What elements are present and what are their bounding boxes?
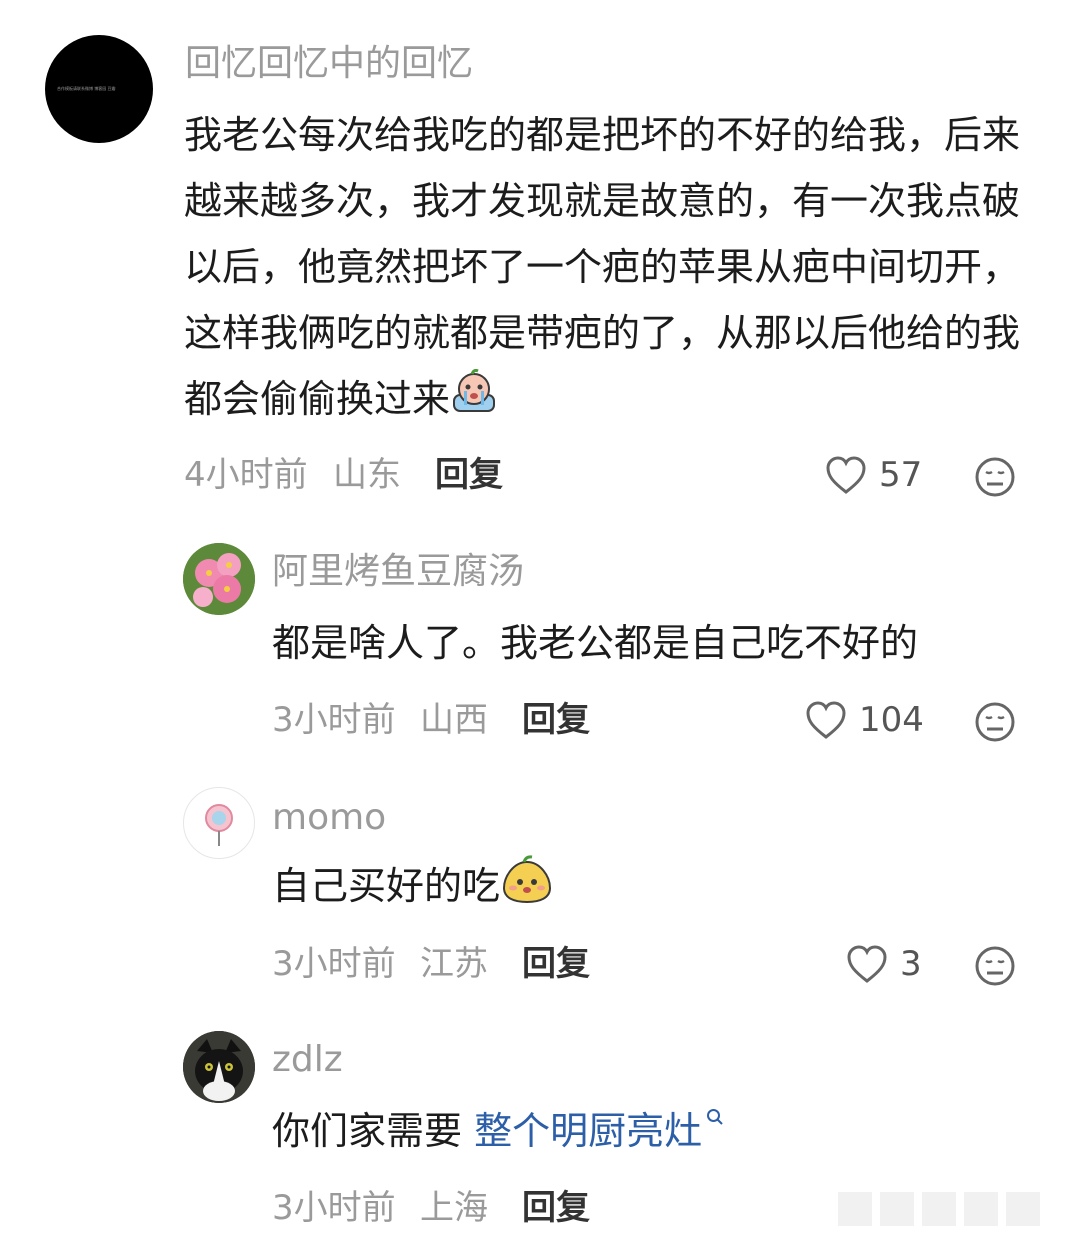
like-count: 104 — [859, 700, 924, 740]
location: 山西 — [420, 700, 488, 740]
comment-text: 你们家需要 整个明厨亮灶 — [272, 1098, 724, 1164]
timestamp: 3小时前 — [272, 700, 396, 740]
search-icon[interactable] — [706, 1108, 724, 1126]
yellow-blob-sticker-icon — [500, 854, 554, 924]
comment-text: 自己买好的吃 — [272, 853, 554, 924]
like-count: 57 — [879, 455, 923, 495]
comment-text-content: 你们家需要 — [272, 1109, 475, 1153]
heart-outline-icon[interactable] — [846, 945, 888, 985]
comment-text: 都是啥人了。我老公都是自己吃不好的 — [272, 621, 919, 665]
avatar[interactable]: 合作模板请联系微博 博客园 豆瓣 — [45, 35, 153, 143]
avatar-text: 合作模板请联系微博 博客园 豆瓣 — [57, 86, 116, 91]
comment-text-content: 我老公每次给我吃的都是把坏的不好的给我，后来越来越多次，我才发现就是故意的，有一… — [184, 113, 1021, 421]
avatar[interactable] — [183, 543, 255, 615]
crying-sticker-icon — [450, 368, 498, 435]
timestamp: 3小时前 — [272, 944, 396, 984]
neutral-face-icon[interactable] — [974, 945, 1016, 987]
corner-decoration — [838, 1186, 1048, 1234]
reply-button[interactable]: 回复 — [522, 942, 590, 986]
username[interactable]: momo — [272, 796, 386, 840]
neutral-face-icon[interactable] — [974, 456, 1016, 498]
username[interactable]: 回忆回忆中的回忆 — [185, 42, 473, 86]
location: 上海 — [420, 1188, 488, 1228]
timestamp: 3小时前 — [272, 1188, 396, 1228]
reply-button[interactable]: 回复 — [522, 698, 590, 742]
avatar[interactable] — [183, 1031, 255, 1103]
heart-outline-icon[interactable] — [825, 456, 867, 496]
reply-button[interactable]: 回复 — [435, 453, 503, 497]
like-count: 3 — [900, 944, 922, 984]
comment-text-content: 自己买好的吃 — [272, 864, 501, 908]
username[interactable]: 阿里烤鱼豆腐汤 — [272, 550, 524, 594]
search-link[interactable]: 整个明厨亮灶 — [474, 1109, 702, 1153]
username[interactable]: zdlz — [272, 1038, 343, 1082]
heart-outline-icon[interactable] — [805, 701, 847, 741]
timestamp: 4小时前 — [184, 455, 308, 495]
neutral-face-icon[interactable] — [974, 701, 1016, 743]
avatar[interactable] — [183, 787, 255, 859]
location: 江苏 — [420, 944, 488, 984]
reply-button[interactable]: 回复 — [522, 1186, 590, 1230]
comment-text: 我老公每次给我吃的都是把坏的不好的给我，后来越来越多次，我才发现就是故意的，有一… — [184, 102, 1034, 435]
location: 山东 — [333, 455, 401, 495]
